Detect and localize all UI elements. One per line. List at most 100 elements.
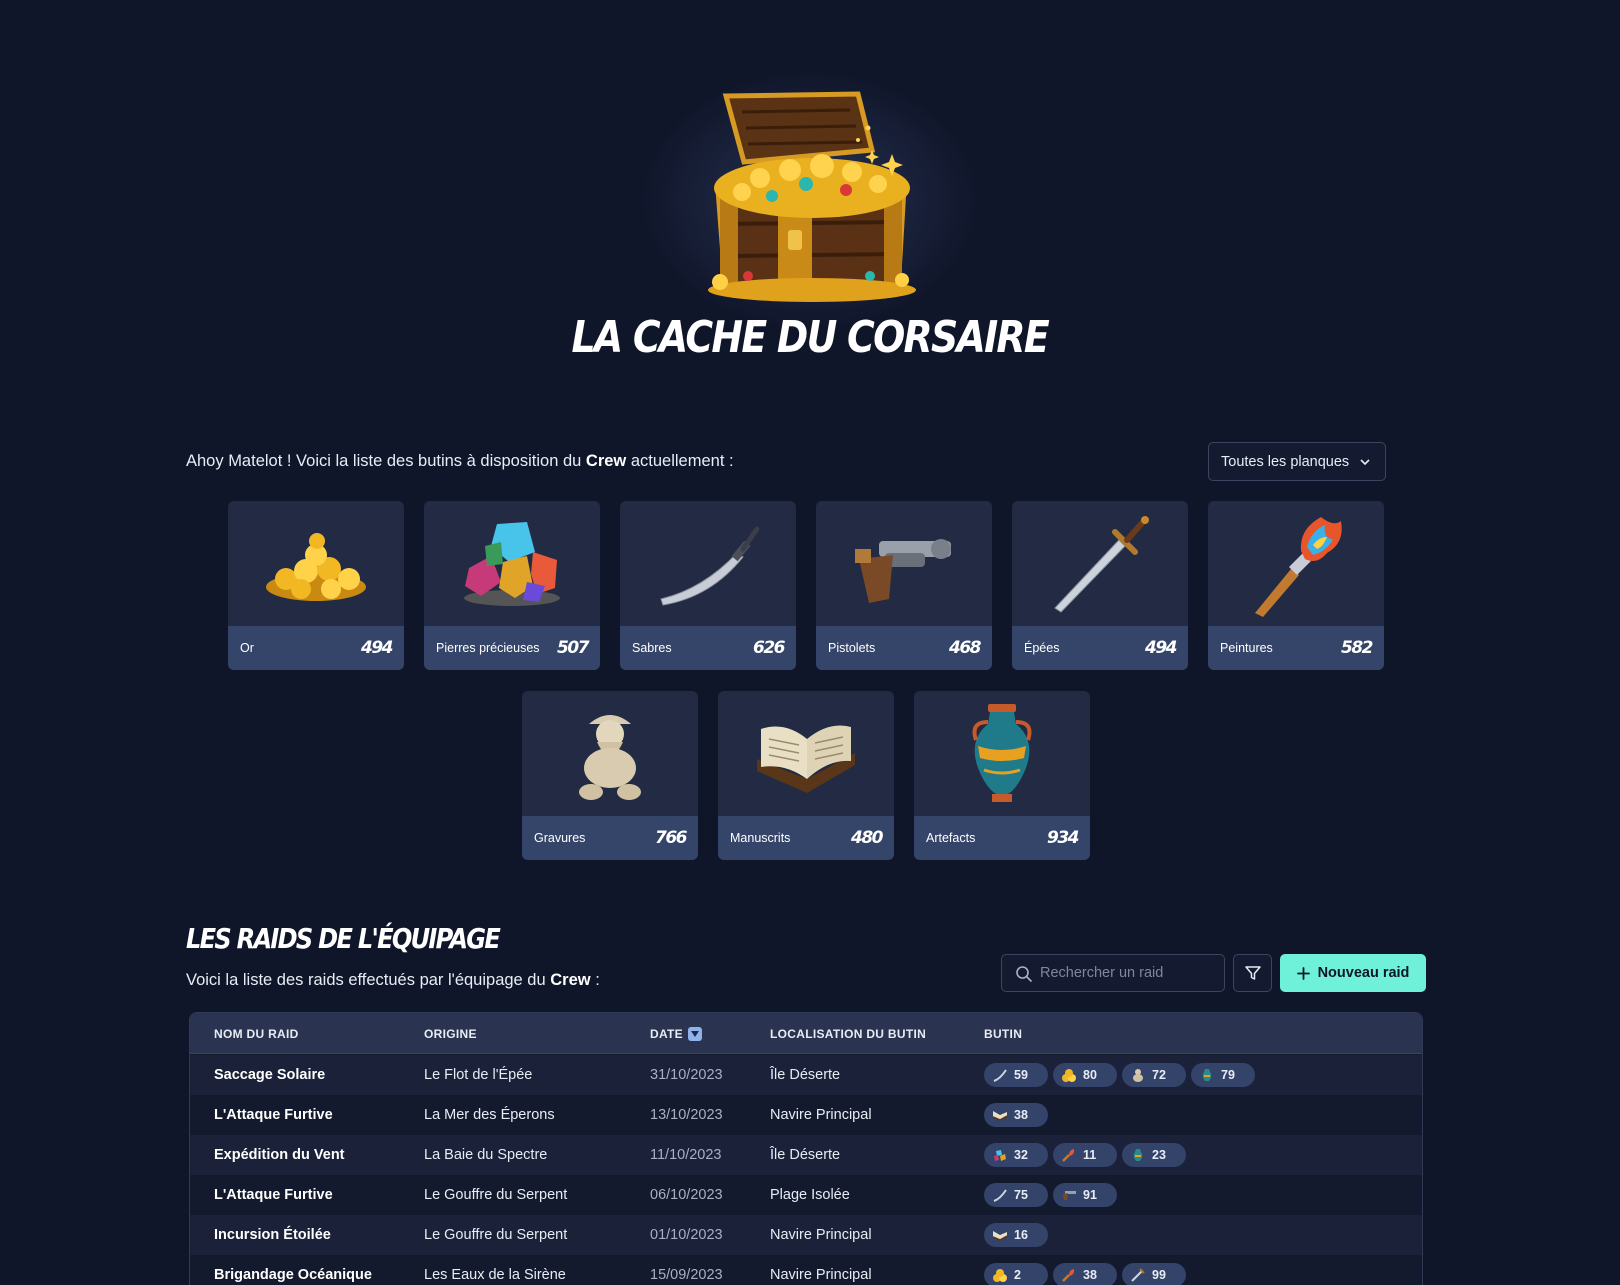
app-title: LA CACHE DU CORSAIRE [571,312,1049,363]
table-row[interactable]: L'Attaque Furtive Le Gouffre du Serpent 06… [190,1175,1422,1215]
loot-chip-qty: 16 [1014,1228,1028,1242]
book-icon [992,1111,1008,1121]
vase-icon [1202,1069,1212,1081]
loot-name: Manuscrits [730,831,791,845]
loot-card-manuscrits[interactable]: Manuscrits 480 [718,691,894,860]
loot-card-footer: Gravures 766 [522,816,698,860]
loot-count: 626 [753,638,786,658]
gold-coins-icon [1062,1069,1076,1082]
loot-card-pierres-precieuses[interactable]: Pierres précieuses 507 [424,501,600,670]
table-row[interactable]: L'Attaque Furtive La Mer des Éperons 13/10… [190,1095,1422,1135]
loot-chip: 79 [1191,1063,1255,1087]
loot-chip-qty: 79 [1221,1068,1235,1082]
raid-date-cell: 11/10/2023 [650,1147,722,1163]
book-icon [718,691,894,816]
loot-card-footer: Épées 494 [1012,626,1188,670]
loot-count: 494 [1145,638,1178,658]
hideout-select[interactable]: Toutes les planques [1208,442,1386,481]
raid-search-input[interactable] [1040,965,1215,981]
new-raid-button[interactable]: Nouveau raid [1280,954,1426,992]
intro-text: Ahoy Matelot ! Voici la liste des butins… [186,452,734,471]
sword-icon [1131,1268,1145,1282]
raids-subtitle: Voici la liste des raids effectués par l… [186,971,600,990]
gems-icon [994,1150,1006,1161]
loot-name: Pierres précieuses [436,641,540,655]
column-header-date[interactable]: DATE [650,1027,702,1041]
loot-chip-qty: 23 [1152,1148,1166,1162]
raids-subtitle-prefix: Voici la liste des raids effectués par l… [186,971,551,989]
raid-name-cell: L'Attaque Furtive [214,1107,333,1123]
loot-card-peintures[interactable]: Peintures 582 [1208,501,1384,670]
loot-card-or[interactable]: Or 494 [228,501,404,670]
column-header-label: NOM DU RAID [214,1027,299,1041]
raid-name-cell: Brigandage Océanique [214,1267,372,1283]
sort-desc-icon[interactable] [687,1027,702,1041]
table-row[interactable]: Saccage Solaire Le Flot de l'Épée 31/10/20… [190,1055,1422,1095]
loot-count: 480 [851,828,884,848]
loot-chip: 59 [984,1063,1048,1087]
vase-icon [1133,1149,1143,1161]
column-header-label: BUTIN [984,1027,1023,1041]
gems-icon [424,501,600,626]
column-header-label: DATE [650,1027,683,1041]
search-icon [1016,966,1032,982]
table-row[interactable]: Brigandage Océanique Les Eaux de la Sirèn… [190,1255,1422,1285]
loot-chip: 91 [1053,1183,1117,1207]
loot-card-epees[interactable]: Épées 494 [1012,501,1188,670]
loot-count: 494 [361,638,394,658]
raids-subtitle-crew: Crew [550,971,591,989]
column-header-loot[interactable]: BUTIN [984,1027,1022,1041]
hero-header: LA CACHE DU CORSAIRE [0,0,1620,400]
loot-chip: 23 [1122,1143,1186,1167]
raid-name-cell: Saccage Solaire [214,1067,326,1083]
column-header-location[interactable]: LOCALISATION DU BUTIN [770,1027,926,1041]
loot-chip: 38 [1053,1263,1117,1285]
loot-chips: 59 80 72 79 [984,1063,1255,1087]
loot-name: Pistolets [828,641,876,655]
loot-card-footer: Sabres 626 [620,626,796,670]
raids-subtitle-suffix: : [590,971,600,989]
loot-chip-qty: 99 [1152,1268,1166,1282]
loot-chips: 75 91 [984,1183,1117,1207]
paintbrush-icon [1208,501,1384,626]
paintbrush-icon [1062,1149,1075,1162]
loot-card-pistolets[interactable]: Pistolets 468 [816,501,992,670]
filter-button[interactable] [1233,954,1272,992]
loot-chip: 2 [984,1263,1048,1285]
column-header-origin[interactable]: ORIGINE [424,1027,477,1041]
book-icon [992,1231,1008,1241]
loot-chip-qty: 38 [1083,1268,1097,1282]
loot-chip-qty: 91 [1083,1188,1097,1202]
loot-count: 766 [655,828,688,848]
loot-chip: 99 [1122,1263,1186,1285]
loot-card-gravures[interactable]: Gravures 766 [522,691,698,860]
gold-coins-icon [228,501,404,626]
treasure-chest-logo [708,91,916,302]
intro-suffix: actuellement : [626,452,734,470]
loot-chip: 72 [1122,1063,1186,1087]
loot-name: Épées [1024,641,1060,655]
saber-icon [620,501,796,626]
column-header-name[interactable]: NOM DU RAID [214,1027,299,1041]
loot-card-sabres[interactable]: Sabres 626 [620,501,796,670]
loot-name: Sabres [632,641,672,655]
column-header-label: LOCALISATION DU BUTIN [770,1027,927,1041]
loot-name: Artefacts [926,831,976,845]
raid-location-cell: Navire Principal [770,1267,872,1283]
table-row[interactable]: Expédition du Vent La Baie du Spectre 11/1… [190,1135,1422,1175]
raids-table: NOM DU RAID ORIGINE DATE LOCALISATION DU… [189,1012,1423,1285]
loot-card-footer: Manuscrits 480 [718,816,894,860]
loot-chip: 16 [984,1223,1048,1247]
new-raid-label: Nouveau raid [1317,965,1410,981]
raid-origin-cell: Le Gouffre du Serpent [424,1187,568,1203]
statue-icon [1133,1069,1143,1082]
raid-location-cell: Plage Isolée [770,1187,850,1203]
intro-prefix: Ahoy Matelot ! Voici la liste des butins… [186,452,586,470]
loot-count: 582 [1341,638,1374,658]
loot-chip-qty: 32 [1014,1148,1028,1162]
table-row[interactable]: Incursion Étoilée Le Gouffre du Serpent 01… [190,1215,1422,1255]
loot-chip: 11 [1053,1143,1117,1167]
loot-card-footer: Peintures 582 [1208,626,1384,670]
raid-origin-cell: Le Flot de l'Épée [424,1067,533,1083]
loot-card-artefacts[interactable]: Artefacts 934 [914,691,1090,860]
